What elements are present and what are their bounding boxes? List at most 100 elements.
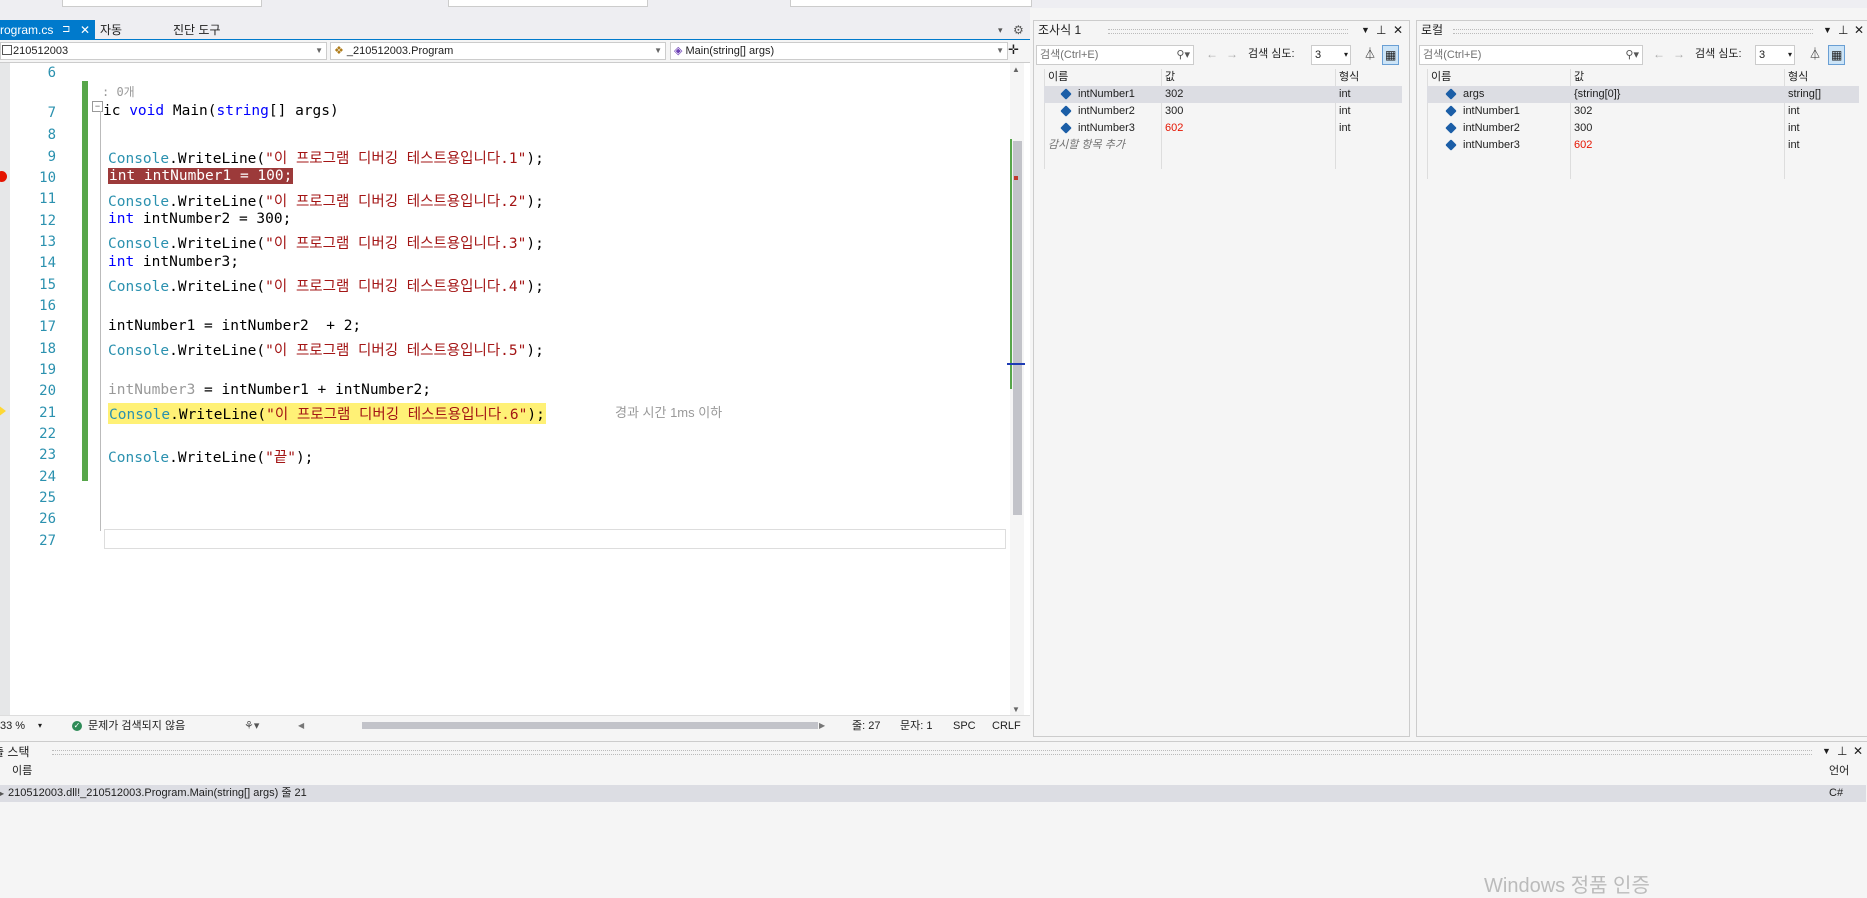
call-stack-frame[interactable]: ▶ 210512003.dll!_210512003.Program.Main(… — [0, 785, 1826, 802]
watch-row-value[interactable]: 302 — [1165, 86, 1183, 103]
scroll-up-icon[interactable]: ▲ — [1012, 65, 1020, 74]
code-line-17[interactable]: intNumber1 = intNumber2 + 2; — [108, 318, 361, 334]
watch-row-name: intNumber1 — [1078, 88, 1135, 100]
depth-label: 검색 심도: — [1695, 48, 1742, 60]
code-line-12[interactable]: int intNumber2 = 300; — [108, 211, 291, 227]
pin-icon[interactable]: ⊐ — [62, 20, 70, 40]
code-line-15[interactable]: Console.WriteLine("이 프로그램 디버깅 테스트용입니다.4"… — [108, 275, 544, 296]
code-line-13[interactable]: Console.WriteLine("이 프로그램 디버깅 테스트용입니다.3"… — [108, 232, 544, 253]
toolbar-dropdown[interactable] — [790, 0, 1032, 7]
locals-row[interactable]: intNumber3 602 int — [1427, 137, 1859, 154]
method-dropdown[interactable]: ◈ Main(string[] args) ▼ — [670, 42, 1008, 60]
class-dropdown[interactable]: ❖ _210512003.Program ▼ — [330, 42, 666, 60]
horizontal-scrollbar-thumb[interactable] — [362, 722, 818, 729]
locals-row[interactable]: intNumber2 300 int — [1427, 120, 1859, 137]
watch-row[interactable]: intNumber1 302 int — [1044, 86, 1402, 103]
code-line-23[interactable]: Console.WriteLine("끝"); — [108, 446, 313, 467]
tab-diagnostic-tools[interactable]: 진단 도구 — [173, 20, 221, 40]
watch-search-input[interactable]: 검색(Ctrl+E) ⚲▾ — [1036, 45, 1194, 65]
call-stack-frame-lang-cell[interactable]: C# — [1826, 785, 1866, 802]
scroll-left-icon[interactable]: ◀ — [298, 716, 304, 736]
codelens-references[interactable]: : 0개 — [102, 83, 135, 100]
col-header-name[interactable]: 이름 — [12, 763, 32, 780]
locals-row-type: int — [1788, 122, 1800, 134]
locals-row-type: int — [1788, 139, 1800, 151]
watch-row-value-changed[interactable]: 602 — [1165, 120, 1183, 137]
back-arrow-icon[interactable]: ← — [1206, 45, 1218, 63]
project-dropdown[interactable]: 210512003 ▼ — [0, 42, 327, 60]
forward-arrow-icon[interactable]: → — [1226, 45, 1238, 63]
back-arrow-icon[interactable]: ← — [1653, 45, 1665, 63]
locals-row-value[interactable]: 302 — [1574, 103, 1592, 120]
col-header-type[interactable]: 형식 — [1788, 69, 1808, 86]
filter-icon[interactable]: ⏃ — [1364, 45, 1376, 63]
code-line-11[interactable]: Console.WriteLine("이 프로그램 디버깅 테스트용입니다.2"… — [108, 190, 544, 211]
col-header-value[interactable]: 값 — [1165, 69, 1175, 86]
close-icon[interactable]: ✕ — [1853, 742, 1863, 760]
code-line-14[interactable]: int intNumber3; — [108, 254, 239, 270]
tab-program-cs[interactable]: rogram.cs ⊐ ✕ — [0, 20, 95, 40]
col-header-name[interactable]: 이름 — [1048, 69, 1068, 86]
indicator-margin[interactable] — [0, 63, 10, 715]
call-stack-lang: C# — [1829, 787, 1844, 799]
scrollbar-thumb[interactable] — [1013, 141, 1022, 515]
locals-row[interactable]: intNumber1 302 int — [1427, 103, 1859, 120]
collapse-icon[interactable]: − — [92, 101, 103, 112]
line-indicator: 줄: 27 — [852, 720, 881, 732]
scroll-right-icon[interactable]: ▶ — [819, 716, 825, 736]
code-editor[interactable]: 6 7 8 9 10 11 12 13 14 15 16 17 18 19 20… — [0, 63, 1030, 723]
watch-row[interactable]: intNumber2 300 int — [1044, 103, 1402, 120]
code-line-21-current[interactable]: Console.WriteLine("이 프로그램 디버깅 테스트용입니다.6"… — [108, 403, 546, 424]
current-line-box — [104, 529, 1006, 549]
locals-panel-title: 로컬 — [1421, 23, 1444, 37]
hex-toggle-icon[interactable]: ▦ — [1382, 45, 1400, 65]
pin-icon[interactable]: ⊥ — [1376, 21, 1386, 39]
close-icon[interactable]: ✕ — [80, 20, 90, 40]
add-watch-item[interactable]: 감시할 항목 추가 — [1048, 137, 1125, 154]
code-line-7[interactable]: ic void Main(string[] args) — [103, 103, 339, 119]
window-options-icon[interactable]: ▼ — [1361, 21, 1370, 39]
search-icon[interactable]: ⚲▾ — [1625, 46, 1639, 64]
perftip-elapsed[interactable]: 경과 시간 1ms 이하 — [615, 402, 722, 421]
filter-icon[interactable]: ⏃ — [1809, 45, 1821, 63]
col-header-language[interactable]: 언어 — [1829, 763, 1849, 780]
code-line-20[interactable]: intNumber3 = intNumber1 + intNumber2; — [108, 382, 431, 398]
watch-row-value[interactable]: 300 — [1165, 103, 1183, 120]
window-options-icon[interactable]: ▼ — [1822, 742, 1831, 760]
vertical-scrollbar[interactable]: ▲ ▼ — [1007, 63, 1025, 723]
col-header-value[interactable]: 값 — [1574, 69, 1584, 86]
locals-row-value[interactable]: 300 — [1574, 120, 1592, 137]
brush-icon[interactable]: ⚘▾ — [244, 716, 259, 736]
col-header-name[interactable]: 이름 — [1431, 69, 1451, 86]
toolbar-dropdown[interactable] — [448, 0, 648, 7]
toolbar-dropdown[interactable] — [62, 0, 262, 7]
locals-search-input[interactable]: 검색(Ctrl+E) ⚲▾ — [1419, 45, 1643, 65]
current-frame-arrow-icon: ▶ — [0, 789, 5, 798]
locals-row-value-changed[interactable]: 602 — [1574, 137, 1592, 154]
locals-row-value[interactable]: {string[0]} — [1574, 86, 1620, 103]
gear-icon[interactable]: ⚙ — [1013, 20, 1024, 40]
code-line-10-breakpoint[interactable]: int intNumber1 = 100; — [108, 168, 294, 184]
close-icon[interactable]: ✕ — [1393, 21, 1403, 39]
search-icon[interactable]: ⚲▾ — [1176, 46, 1190, 64]
pin-icon[interactable]: ⊥ — [1838, 21, 1848, 39]
col-header-type[interactable]: 형식 — [1339, 69, 1359, 86]
issues-status[interactable]: 문제가 검색되지 않음 — [88, 716, 185, 736]
zoom-level[interactable]: 33 % — [0, 716, 25, 736]
close-icon[interactable]: ✕ — [1854, 21, 1864, 39]
window-options-icon[interactable]: ▼ — [1823, 21, 1832, 39]
code-line-9[interactable]: Console.WriteLine("이 프로그램 디버깅 테스트용입니다.1"… — [108, 147, 544, 168]
chevron-down-icon[interactable]: ▾ — [38, 716, 42, 736]
scroll-down-icon[interactable]: ▼ — [1012, 705, 1020, 714]
depth-select[interactable]: 3 ▾ — [1311, 45, 1351, 65]
code-line-18[interactable]: Console.WriteLine("이 프로그램 디버깅 테스트용입니다.5"… — [108, 339, 544, 360]
hex-toggle-icon[interactable]: ▦ — [1828, 45, 1846, 65]
pin-icon[interactable]: ⊥ — [1837, 742, 1847, 760]
watch-row[interactable]: intNumber3 602 int — [1044, 120, 1402, 137]
tab-autos[interactable]: 자동 — [100, 20, 122, 40]
split-window-icon[interactable]: ✛ — [1008, 42, 1022, 58]
forward-arrow-icon[interactable]: → — [1673, 45, 1685, 63]
tab-list-dropdown-icon[interactable]: ▾ — [998, 20, 1003, 40]
depth-select[interactable]: 3 ▾ — [1755, 45, 1795, 65]
locals-row[interactable]: args {string[0]} string[] — [1427, 86, 1859, 103]
